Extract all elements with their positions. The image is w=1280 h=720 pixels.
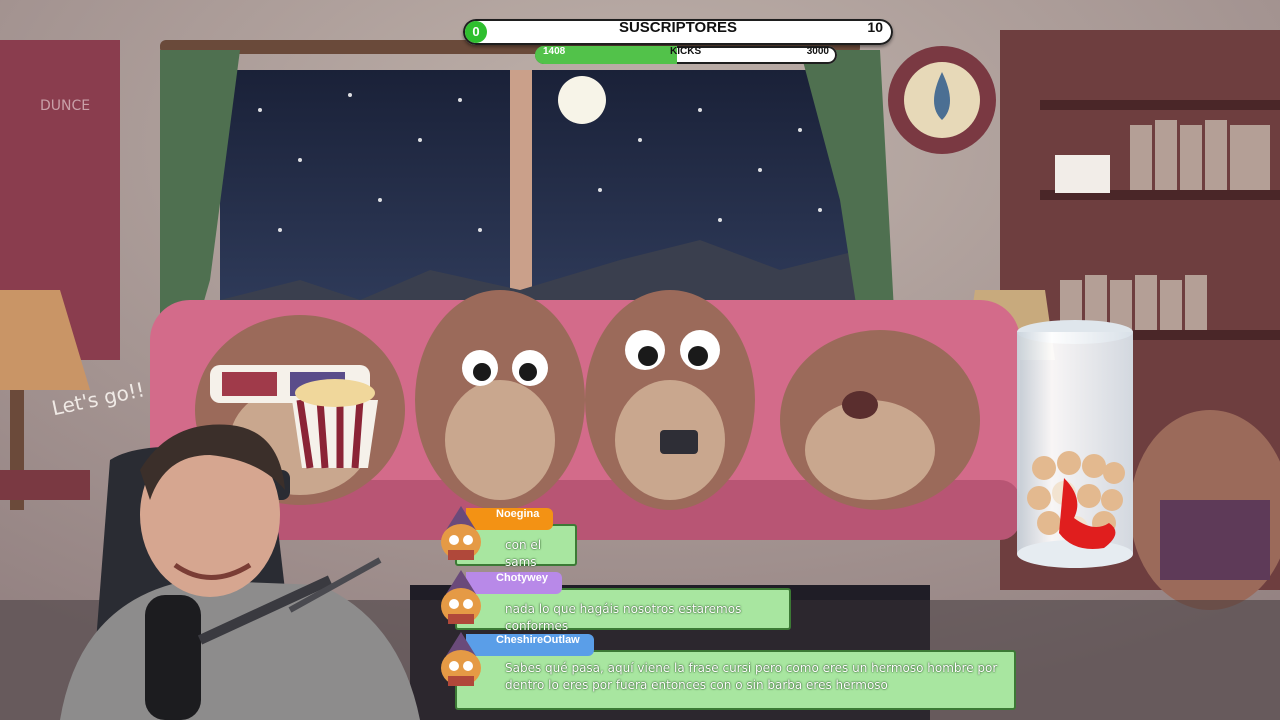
chat-message-text: nada lo que hagáis nosotros estaremos co… — [455, 588, 791, 633]
kicks-goal-target: 3000 — [806, 46, 829, 57]
poster-text: DUNCE — [40, 98, 90, 114]
subscriber-goal-target: 10 — [867, 19, 883, 35]
kicks-goal-bar: 1408 KICKS 3000 — [535, 46, 837, 64]
chat-message-text: Sabes qué pasa, aquí viene la frase curs… — [455, 650, 1016, 710]
wizard-hamster-avatar — [441, 506, 481, 560]
subscriber-goal-title: SUSCRIPTORES — [618, 19, 738, 36]
wizard-hamster-avatar — [441, 632, 481, 686]
subscriber-goal-bar: 0 SUSCRIPTORES 10 — [463, 19, 893, 45]
hamster — [780, 330, 980, 510]
kicks-goal-label: KICKS — [670, 46, 702, 57]
hamster — [415, 290, 585, 510]
hamster — [585, 290, 755, 510]
kicks-count: 1408 — [543, 46, 566, 57]
jar-widget — [1014, 318, 1136, 576]
wizard-hamster-avatar — [441, 570, 481, 624]
